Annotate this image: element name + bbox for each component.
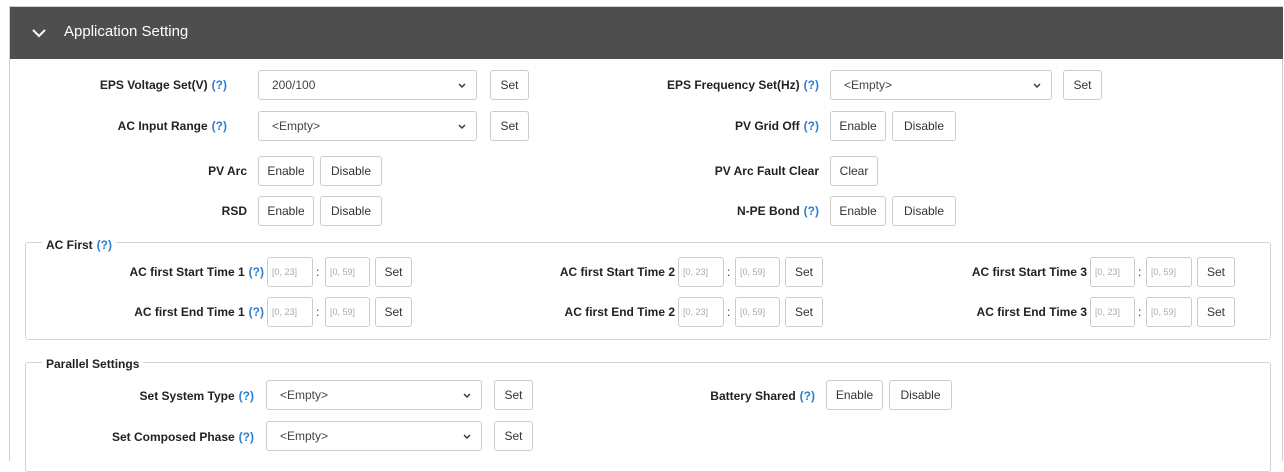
npe-bond-label: N-PE Bond (?) xyxy=(737,204,819,218)
pv-grid-off-label: PV Grid Off (?) xyxy=(735,119,819,133)
eps-frequency-select[interactable]: <Empty> xyxy=(830,70,1052,100)
ac-first-start-time-2-hour-input[interactable]: [0, 23] xyxy=(678,257,724,287)
ac-first-group xyxy=(25,242,1271,340)
ac-first-start-time-2-label: AC first Start Time 2 xyxy=(559,265,675,279)
ac-first-start-time-3-minute-input[interactable]: [0, 59] xyxy=(1146,257,1192,287)
ac-first-end-time-3-hour-input[interactable]: [0, 23] xyxy=(1090,297,1135,327)
chevron-down-icon[interactable] xyxy=(30,24,48,42)
ac-first-end-time-2-label: AC first End Time 2 xyxy=(564,305,675,319)
pv-arc-fault-clear-button[interactable]: Clear xyxy=(830,156,878,186)
ac-first-start-time-3-hour-input[interactable]: [0, 23] xyxy=(1090,257,1135,287)
ac-first-start-time-1-minute-input[interactable]: [0, 59] xyxy=(325,257,370,287)
time-separator: : xyxy=(727,305,731,319)
battery-shared-enable-button[interactable]: Enable xyxy=(826,380,883,410)
battery-shared-disable-button[interactable]: Disable xyxy=(889,380,952,410)
ac-first-start-time-2-set-button[interactable]: Set xyxy=(785,257,823,287)
ac-first-end-time-3-label: AC first End Time 3 xyxy=(976,305,1087,319)
eps-frequency-help[interactable]: (?) xyxy=(804,78,819,92)
battery-shared-help[interactable]: (?) xyxy=(800,389,815,403)
chevron-down-icon xyxy=(463,434,471,439)
section-header[interactable]: Application Setting xyxy=(10,7,1283,59)
ac-first-help[interactable]: (?) xyxy=(97,238,112,252)
pv-arc-fault-clear-label: PV Arc Fault Clear xyxy=(714,164,819,178)
pv-grid-off-disable-button[interactable]: Disable xyxy=(892,111,956,141)
pv-arc-label: PV Arc xyxy=(208,164,247,178)
ac-first-legend: AC First (?) xyxy=(42,237,116,253)
time-separator: : xyxy=(316,265,320,279)
time-separator: : xyxy=(727,265,731,279)
ac-first-end-time-2-minute-input[interactable]: [0, 59] xyxy=(735,297,780,327)
ac-first-start-time-1-hour-input[interactable]: [0, 23] xyxy=(267,257,313,287)
pv-grid-off-help[interactable]: (?) xyxy=(804,119,819,133)
eps-voltage-help[interactable]: (?) xyxy=(212,78,227,92)
ac-first-start-time-1-help[interactable]: (?) xyxy=(249,265,264,279)
ac-first-start-time-2-minute-input[interactable]: [0, 59] xyxy=(735,257,780,287)
ac-input-range-select[interactable]: <Empty> xyxy=(258,111,477,141)
chevron-down-icon xyxy=(458,124,466,129)
rsd-enable-button[interactable]: Enable xyxy=(258,196,314,226)
set-composed-phase-help[interactable]: (?) xyxy=(239,430,254,444)
set-composed-phase-label: Set Composed Phase (?) xyxy=(111,430,254,444)
rsd-label: RSD xyxy=(221,204,247,218)
ac-input-range-label: AC Input Range (?) xyxy=(117,119,227,133)
ac-first-end-time-3-minute-input[interactable]: [0, 59] xyxy=(1146,297,1192,327)
parallel-settings-legend: Parallel Settings xyxy=(42,356,144,372)
ac-first-start-time-3-label: AC first Start Time 3 xyxy=(971,265,1087,279)
pv-arc-disable-button[interactable]: Disable xyxy=(320,156,382,186)
npe-bond-help[interactable]: (?) xyxy=(804,204,819,218)
rsd-disable-button[interactable]: Disable xyxy=(320,196,382,226)
chevron-down-icon xyxy=(458,83,466,88)
ac-first-end-time-2-set-button[interactable]: Set xyxy=(785,297,823,327)
ac-first-start-time-1-label: AC first Start Time 1 (?) xyxy=(129,265,264,279)
eps-voltage-select[interactable]: 200/100 xyxy=(258,70,477,100)
set-system-type-set-button[interactable]: Set xyxy=(494,380,533,410)
time-separator: : xyxy=(1138,305,1142,319)
ac-first-end-time-1-minute-input[interactable]: [0, 59] xyxy=(325,297,370,327)
chevron-down-icon xyxy=(1033,83,1041,88)
eps-frequency-label: EPS Frequency Set(Hz) (?) xyxy=(666,78,819,92)
set-composed-phase-select[interactable]: <Empty> xyxy=(266,421,482,451)
set-system-type-help[interactable]: (?) xyxy=(239,389,254,403)
set-system-type-label: Set System Type (?) xyxy=(139,389,254,403)
ac-first-start-time-1-set-button[interactable]: Set xyxy=(375,257,412,287)
eps-voltage-label: EPS Voltage Set(V) (?) xyxy=(99,78,227,92)
set-system-type-select[interactable]: <Empty> xyxy=(266,380,482,410)
ac-first-end-time-3-set-button[interactable]: Set xyxy=(1197,297,1235,327)
pv-grid-off-enable-button[interactable]: Enable xyxy=(830,111,886,141)
npe-bond-enable-button[interactable]: Enable xyxy=(830,196,886,226)
ac-input-range-help[interactable]: (?) xyxy=(212,119,227,133)
time-separator: : xyxy=(1138,265,1142,279)
chevron-down-icon xyxy=(463,393,471,398)
ac-first-end-time-2-hour-input[interactable]: [0, 23] xyxy=(678,297,724,327)
parallel-settings-group xyxy=(25,362,1271,472)
ac-first-end-time-1-help[interactable]: (?) xyxy=(249,305,264,319)
eps-frequency-set-button[interactable]: Set xyxy=(1063,70,1102,100)
battery-shared-label: Battery Shared (?) xyxy=(710,389,815,403)
ac-input-range-set-button[interactable]: Set xyxy=(490,111,529,141)
set-composed-phase-set-button[interactable]: Set xyxy=(494,421,533,451)
ac-first-end-time-1-set-button[interactable]: Set xyxy=(375,297,412,327)
section-title: Application Setting xyxy=(64,23,189,40)
ac-first-end-time-1-hour-input[interactable]: [0, 23] xyxy=(267,297,313,327)
npe-bond-disable-button[interactable]: Disable xyxy=(892,196,956,226)
eps-voltage-set-button[interactable]: Set xyxy=(490,70,529,100)
ac-first-start-time-3-set-button[interactable]: Set xyxy=(1197,257,1235,287)
ac-first-end-time-1-label: AC first End Time 1 (?) xyxy=(134,305,264,319)
pv-arc-enable-button[interactable]: Enable xyxy=(258,156,314,186)
time-separator: : xyxy=(316,305,320,319)
